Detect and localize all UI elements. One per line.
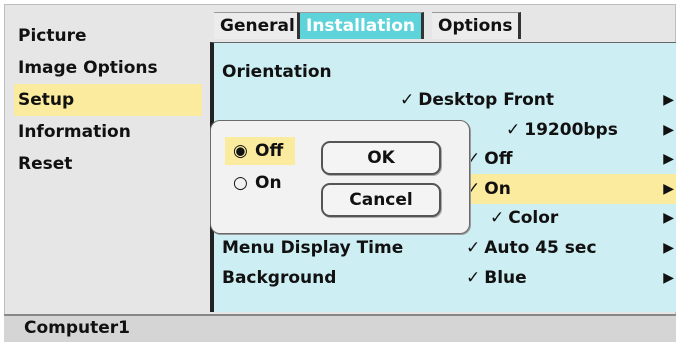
- status-bar: Computer1: [4, 314, 676, 342]
- tab-general[interactable]: General: [214, 12, 304, 39]
- orientation-heading-row: Orientation: [214, 57, 676, 87]
- left-menu-item-information[interactable]: Information: [14, 116, 202, 148]
- setting-value: ✓ On: [466, 179, 511, 199]
- left-menu-item-reset[interactable]: Reset: [14, 148, 202, 180]
- setting-value: ✓ Auto 45 sec: [466, 238, 597, 258]
- check-icon: ✓: [466, 268, 481, 288]
- option-off[interactable]: ◉ Off: [225, 137, 295, 165]
- left-menu-item-image-options[interactable]: Image Options: [14, 52, 202, 84]
- radio-unselected-icon[interactable]: ○: [233, 169, 255, 197]
- option-on[interactable]: ○ On: [225, 169, 295, 197]
- submenu-arrow-icon[interactable]: ▶: [663, 233, 674, 263]
- setting-value: ✓ Desktop Front: [400, 90, 555, 110]
- setting-value: ✓ Blue: [466, 268, 527, 288]
- option-label: On: [255, 173, 282, 193]
- submenu-arrow-icon[interactable]: ▶: [663, 144, 674, 174]
- submenu-arrow-icon[interactable]: ▶: [663, 115, 674, 145]
- check-icon: ✓: [490, 208, 505, 228]
- submenu-arrow-icon[interactable]: ▶: [663, 203, 674, 233]
- radio-selected-icon[interactable]: ◉: [233, 137, 255, 165]
- setting-value: ✓ 19200bps: [506, 120, 618, 140]
- setting-label: Menu Display Time: [222, 238, 404, 258]
- tab-options[interactable]: Options: [432, 12, 522, 39]
- submenu-arrow-icon[interactable]: ▶: [663, 85, 674, 115]
- left-menu: Picture Image Options Setup Information …: [14, 20, 202, 180]
- submenu-arrow-icon[interactable]: ▶: [663, 174, 674, 204]
- setting-label: Background: [222, 268, 337, 288]
- check-icon: ✓: [506, 120, 521, 140]
- setting-row-menu-display-time[interactable]: Menu Display Time ✓ Auto 45 sec ▶: [214, 233, 676, 263]
- setting-value: ✓ Off: [466, 149, 513, 169]
- submenu-arrow-icon[interactable]: ▶: [663, 263, 674, 293]
- check-icon: ✓: [466, 238, 481, 258]
- check-icon: ✓: [400, 90, 415, 110]
- setting-row-orientation[interactable]: ✓ Desktop Front ▶: [214, 85, 676, 115]
- setting-row-background[interactable]: Background ✓ Blue ▶: [214, 263, 676, 293]
- setting-value: ✓ Color: [490, 208, 559, 228]
- orientation-label: Orientation: [222, 62, 332, 82]
- off-on-dialog: ◉ Off ○ On OK Cancel: [210, 120, 470, 234]
- left-menu-item-setup[interactable]: Setup: [14, 84, 202, 116]
- tab-installation[interactable]: Installation: [297, 12, 425, 39]
- ok-button[interactable]: OK: [321, 141, 441, 175]
- left-menu-item-picture[interactable]: Picture: [14, 20, 202, 52]
- input-source-label: Computer1: [24, 318, 131, 338]
- cancel-button[interactable]: Cancel: [321, 183, 441, 217]
- option-label: Off: [255, 141, 284, 161]
